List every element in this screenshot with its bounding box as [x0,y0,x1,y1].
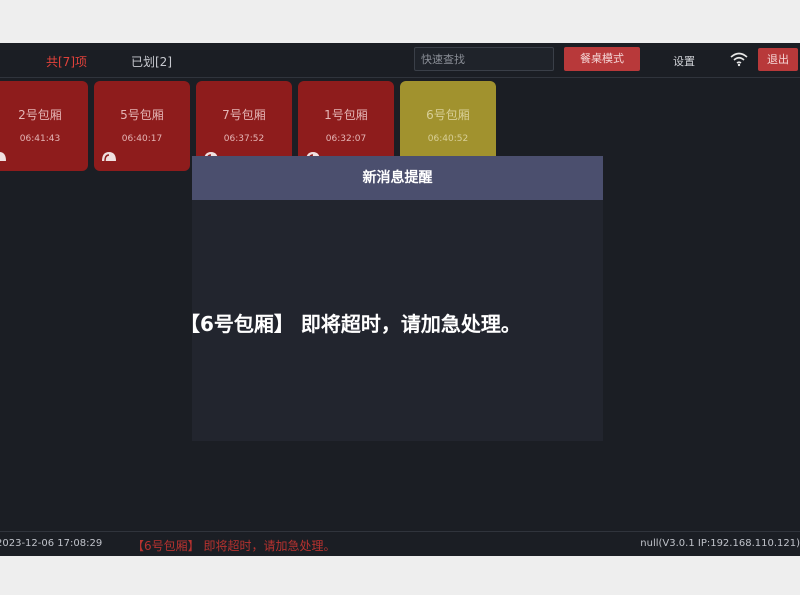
tab-completed-items[interactable]: 已划[2] [131,53,172,70]
card-elapsed-time: 06:37:52 [223,134,265,144]
exit-button[interactable]: 退出 [758,48,798,71]
status-datetime: 2023-12-06 17:08:29 [0,538,103,549]
order-card[interactable]: 5号包厢 06:40:17 [94,81,190,171]
card-room-name: 5号包厢 [120,108,164,122]
modal-message: 【6号包厢】 即将超时，请加急处理。 [180,312,521,336]
order-card[interactable]: 2号包厢 06:41:43 [0,81,88,171]
new-message-modal: 新消息提醒 【6号包厢】 即将超时，请加急处理。 [180,156,603,441]
card-room-name: 7号包厢 [222,108,266,122]
serving-dish-icon [102,152,116,162]
status-alert-message: 【6号包厢】 即将超时，请加急处理。 [132,539,336,553]
top-toolbar: 共[7]项 已划[2] 快速查找 餐桌模式 设置 退出 [0,43,800,78]
modal-title: 新消息提醒 [192,156,603,200]
card-elapsed-time: 06:40:17 [121,134,163,144]
status-bar: 2023-12-06 17:08:29 【6号包厢】 即将超时，请加急处理。 n… [0,531,800,556]
app-screen: 共[7]项 已划[2] 快速查找 餐桌模式 设置 退出 2号包厢 06:41:4… [0,43,800,556]
search-input[interactable]: 快速查找 [414,47,554,71]
table-mode-button[interactable]: 餐桌模式 [564,47,640,71]
card-room-name: 6号包厢 [426,108,470,122]
wifi-icon [730,52,748,67]
card-elapsed-time: 06:41:43 [19,134,61,144]
card-elapsed-time: 06:40:52 [427,134,469,144]
status-version-info: null(V3.0.1 IP:192.168.110.121) [640,538,800,549]
serving-dish-icon [0,152,6,161]
card-elapsed-time: 06:32:07 [325,134,367,144]
card-room-name: 1号包厢 [324,108,368,122]
settings-button[interactable]: 设置 [673,53,695,69]
card-room-name: 2号包厢 [18,108,62,122]
tab-all-items[interactable]: 共[7]项 [46,53,87,70]
